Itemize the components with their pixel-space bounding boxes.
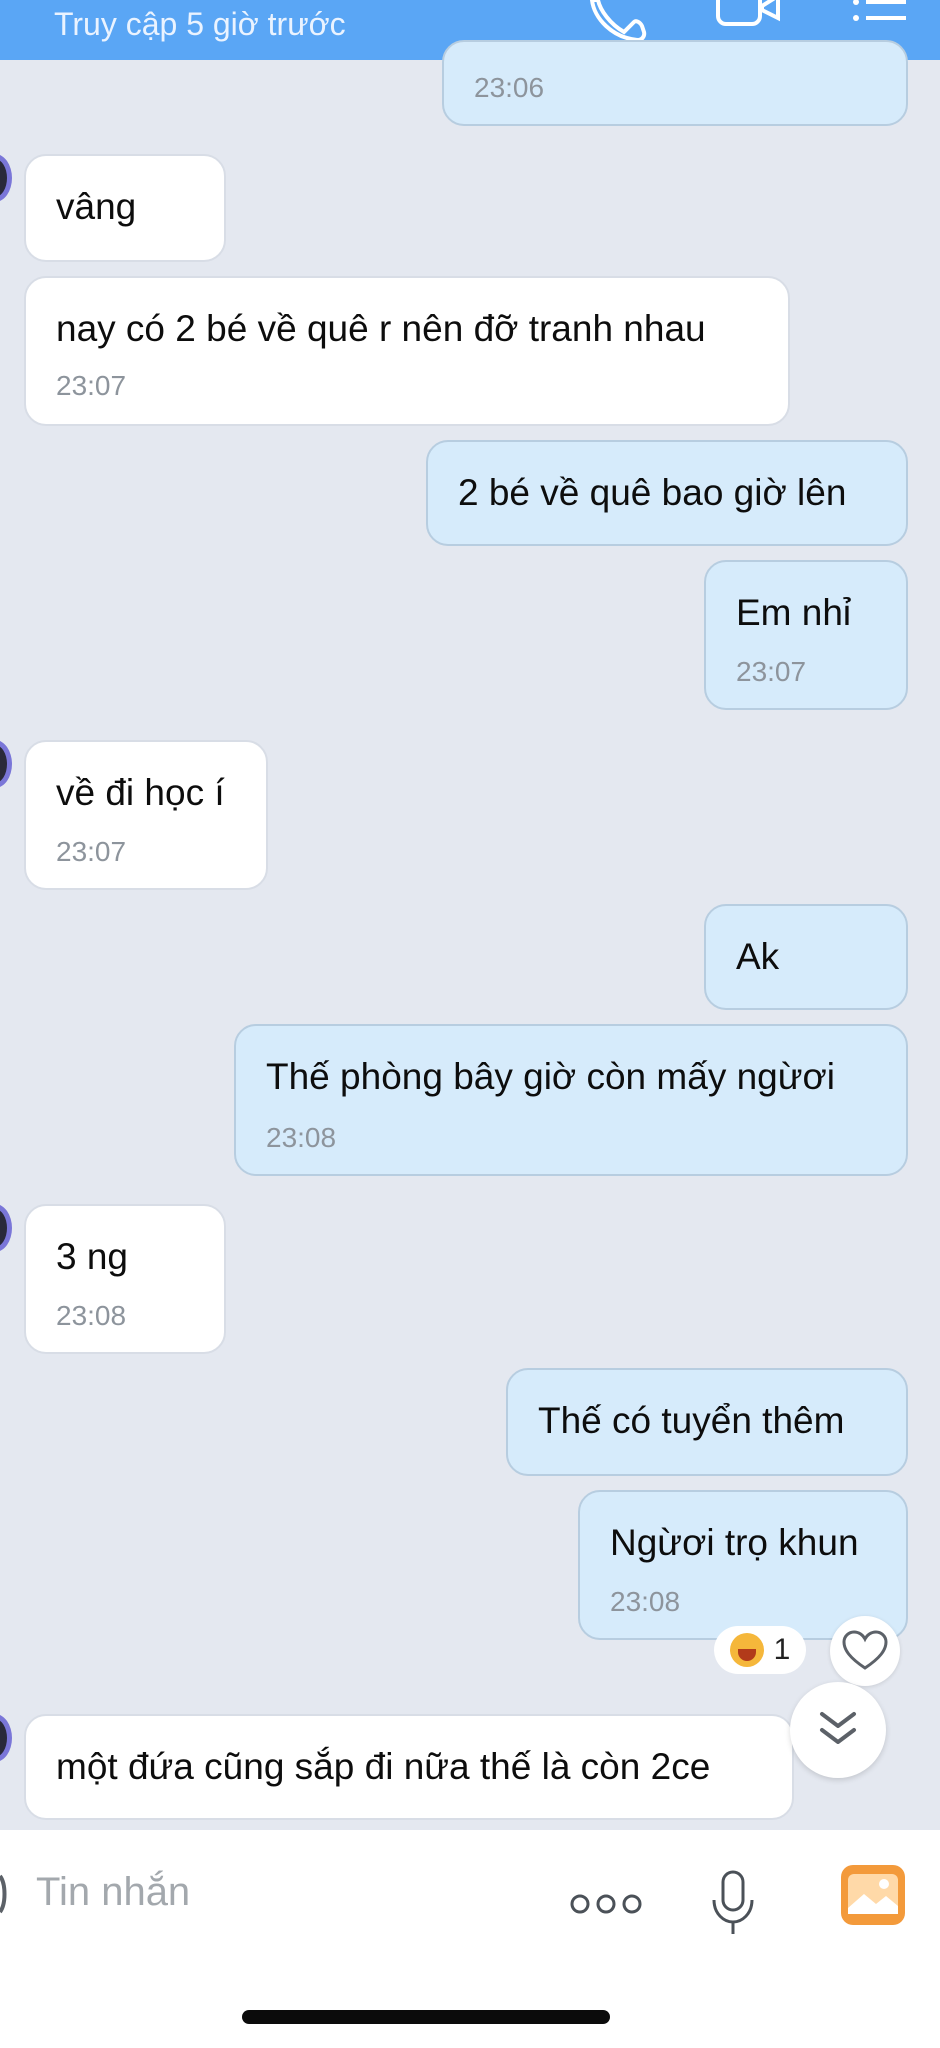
last-seen-status: Truy cập 5 giờ trước (54, 6, 346, 42)
message-text: 2 bé về quê bao giờ lên (458, 472, 847, 513)
message-input[interactable]: Tin nhắn (36, 1870, 190, 1915)
message-time: 23:08 (610, 1586, 681, 1617)
more-icon[interactable] (570, 1892, 642, 1921)
message-text: nay có 2 bé về quê r nên đỡ tranh nhau (56, 308, 706, 349)
avatar[interactable] (0, 154, 12, 202)
message-bubble-outgoing[interactable]: 23:06 (442, 40, 908, 126)
message-text: 3 ng (56, 1236, 129, 1277)
message-bubble-outgoing[interactable]: Thế có tuyển thêm (506, 1368, 908, 1476)
home-indicator (242, 2010, 610, 2024)
message-bubble-incoming[interactable]: 3 ng 23:08 (24, 1204, 226, 1354)
message-text: một đứa cũng sắp đi nữa thế là còn 2ce (56, 1746, 711, 1787)
heart-react-button[interactable] (830, 1616, 900, 1686)
message-text: Ngừơi trọ khun (610, 1522, 859, 1563)
avatar[interactable] (0, 1204, 12, 1252)
phone-icon[interactable] (589, 0, 650, 45)
message-time: 23:08 (266, 1122, 337, 1153)
message-bubble-incoming[interactable]: vâng (24, 154, 226, 262)
message-bubble-incoming[interactable]: nay có 2 bé về quê r nên đỡ tranh nhau 2… (24, 276, 790, 426)
message-composer: Tin nhắn (0, 1830, 940, 2048)
avatar[interactable] (0, 740, 12, 788)
image-icon[interactable] (840, 1864, 906, 1931)
message-text: vâng (56, 186, 137, 227)
scroll-to-bottom-button[interactable] (790, 1682, 886, 1778)
video-call-icon[interactable] (714, 0, 784, 35)
message-text: Thế có tuyển thêm (538, 1400, 845, 1441)
message-bubble-incoming[interactable]: về đi học í 23:07 (24, 740, 268, 890)
reaction-badge[interactable]: 1 (714, 1626, 806, 1674)
message-time: 23:07 (56, 370, 127, 401)
message-time: 23:07 (56, 836, 127, 867)
message-time: 23:06 (474, 72, 545, 103)
message-bubble-outgoing[interactable]: Thế phòng bây giờ còn mấy ngừơi 23:08 (234, 1024, 908, 1176)
message-time: 23:07 (736, 656, 807, 687)
message-bubble-outgoing[interactable]: 2 bé về quê bao giờ lên (426, 440, 908, 546)
message-text: Em nhỉ (736, 592, 852, 633)
message-bubble-outgoing[interactable]: Em nhỉ 23:07 (704, 560, 908, 710)
message-text: Ak (736, 936, 780, 977)
laughing-face-icon (729, 1633, 764, 1667)
double-chevron-down-icon (820, 1712, 856, 1744)
message-text: về đi học í (56, 772, 225, 813)
sticker-icon[interactable] (0, 1874, 10, 1914)
avatar[interactable] (0, 1714, 12, 1762)
message-bubble-incoming[interactable]: một đứa cũng sắp đi nữa thế là còn 2ce (24, 1714, 794, 1820)
message-text: Thế phòng bây giờ còn mấy ngừơi (266, 1056, 836, 1097)
heart-icon (842, 1630, 888, 1670)
menu-icon[interactable] (850, 0, 910, 35)
microphone-icon[interactable] (708, 1868, 758, 1943)
message-bubble-outgoing[interactable]: Ak (704, 904, 908, 1010)
message-time: 23:08 (56, 1300, 127, 1331)
reaction-count: 1 (773, 1633, 791, 1666)
